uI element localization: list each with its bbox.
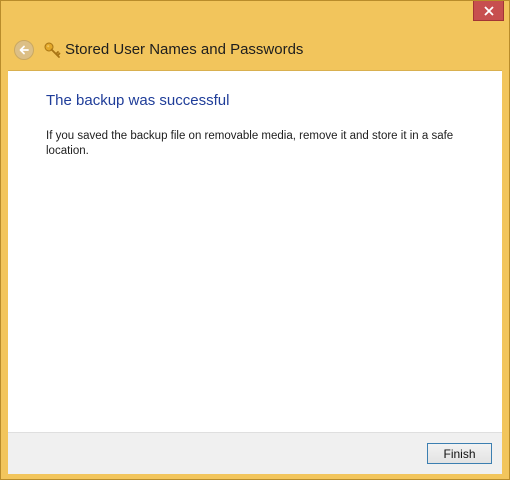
content-panel: The backup was successful If you saved t… (8, 70, 502, 433)
dialog-header: Stored User Names and Passwords (1, 31, 509, 70)
key-icon (44, 42, 61, 58)
instruction-text: If you saved the backup file on removabl… (46, 130, 454, 157)
dialog-window: Stored User Names and Passwords The back… (0, 0, 510, 480)
title-bar (1, 1, 509, 31)
finish-button[interactable]: Finish (427, 443, 492, 464)
back-button[interactable] (14, 40, 34, 60)
close-icon (483, 5, 494, 16)
window-title: Stored User Names and Passwords (65, 41, 304, 58)
back-arrow-icon (19, 45, 29, 55)
button-bar: Finish (8, 432, 502, 474)
page-heading: The backup was successful (46, 92, 230, 109)
close-button[interactable] (473, 1, 504, 21)
